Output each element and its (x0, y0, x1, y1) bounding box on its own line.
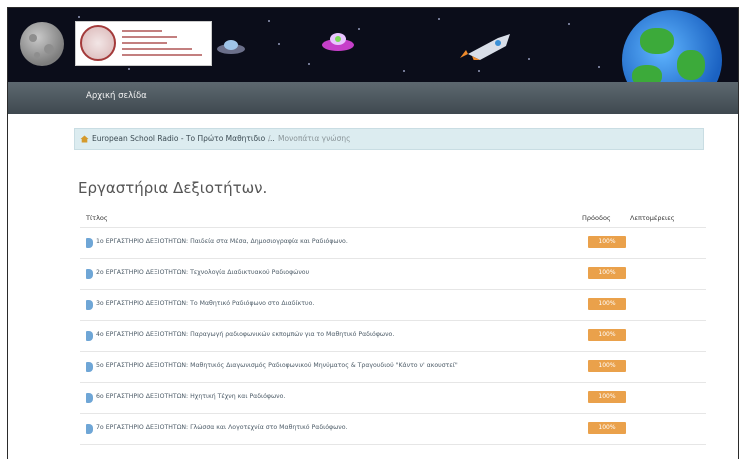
row-title-link[interactable]: 6ο ΕΡΓΑΣΤΗΡΙΟ ΔΕΞΙΟΤΗΤΩΝ: Ηχητική Τέχνη … (96, 393, 285, 400)
site-logo[interactable] (75, 21, 212, 66)
progress-badge: 100% (588, 422, 626, 434)
bookmark-icon (86, 424, 93, 434)
breadcrumb-item-current: Μονοπάτια γνώσης (278, 134, 351, 143)
bookmark-icon (86, 269, 93, 279)
ufo-icon (217, 40, 245, 54)
progress-badge: 100% (588, 298, 626, 310)
table-row[interactable]: 7ο ΕΡΓΑΣΤΗΡΙΟ ΔΕΞΙΟΤΗΤΩΝ: Γλώσσα και Λογ… (80, 413, 706, 444)
header-banner (8, 8, 738, 82)
row-title-link[interactable]: 3ο ΕΡΓΑΣΤΗΡΙΟ ΔΕΞΙΟΤΗΤΩΝ: Το Μαθητικό Ρα… (96, 300, 314, 307)
home-icon (80, 135, 89, 142)
table-row[interactable]: 1ο ΕΡΓΑΣΤΗΡΙΟ ΔΕΞΙΟΤΗΤΩΝ: Παιδεία στα Μέ… (80, 227, 706, 258)
progress-badge: 100% (588, 236, 626, 248)
rocket-icon (460, 34, 510, 60)
row-title-link[interactable]: 4ο ΕΡΓΑΣΤΗΡΙΟ ΔΕΞΙΟΤΗΤΩΝ: Παραγωγή ραδιο… (96, 331, 394, 338)
alien-ufo-icon (322, 33, 354, 51)
row-title-link[interactable]: 2ο ΕΡΓΑΣΤΗΡΙΟ ΔΕΞΙΟΤΗΤΩΝ: Τεχνολογία Δια… (96, 269, 309, 276)
table-row[interactable]: 2ο ΕΡΓΑΣΤΗΡΙΟ ΔΕΞΙΟΤΗΤΩΝ: Τεχνολογία Δια… (80, 258, 706, 289)
bookmark-icon (86, 300, 93, 310)
breadcrumb: European School Radio - Το Πρώτο Μαθητιδ… (74, 128, 704, 150)
nav-home-link[interactable]: Αρχική σελίδα (86, 91, 147, 101)
progress-badge: 100% (588, 329, 626, 341)
table-row-divider (80, 444, 706, 445)
table-row[interactable]: 4ο ΕΡΓΑΣΤΗΡΙΟ ΔΕΞΙΟΤΗΤΩΝ: Παραγωγή ραδιο… (80, 320, 706, 351)
row-title-link[interactable]: 1ο ΕΡΓΑΣΤΗΡΙΟ ΔΕΞΙΟΤΗΤΩΝ: Παιδεία στα Μέ… (96, 238, 348, 245)
earth-icon (622, 10, 722, 82)
breadcrumb-separator: / (268, 134, 271, 143)
breadcrumb-item-course: European School Radio - Το Πρώτο Μαθητιδ… (92, 134, 275, 143)
progress-badge: 100% (588, 267, 626, 279)
page-frame: Αρχική σελίδα European School Radio - Το… (7, 7, 739, 459)
column-header-title: Τίτλος (86, 214, 108, 222)
column-header-progress: Πρόοδος (582, 214, 611, 222)
bookmark-icon (86, 331, 93, 341)
university-seal-icon (80, 25, 116, 61)
table-row[interactable]: 5ο ΕΡΓΑΣΤΗΡΙΟ ΔΕΞΙΟΤΗΤΩΝ: Μαθητικός Διαγ… (80, 351, 706, 382)
moon-icon (20, 22, 64, 66)
bookmark-icon (86, 238, 93, 248)
page-title: Εργαστήρια Δεξιοτήτων. (78, 179, 268, 197)
row-title-link[interactable]: 7ο ΕΡΓΑΣΤΗΡΙΟ ΔΕΞΙΟΤΗΤΩΝ: Γλώσσα και Λογ… (96, 424, 347, 431)
progress-badge: 100% (588, 360, 626, 372)
bookmark-icon (86, 362, 93, 372)
main-navbar: Αρχική σελίδα (8, 82, 738, 114)
table-row[interactable]: 3ο ΕΡΓΑΣΤΗΡΙΟ ΔΕΞΙΟΤΗΤΩΝ: Το Μαθητικό Ρα… (80, 289, 706, 320)
progress-badge: 100% (588, 391, 626, 403)
bookmark-icon (86, 393, 93, 403)
column-header-details: Λεπτομέρειες (630, 214, 675, 222)
breadcrumb-home-link[interactable]: European School Radio - Το Πρώτο Μαθητιδ… (80, 134, 275, 143)
row-title-link[interactable]: 5ο ΕΡΓΑΣΤΗΡΙΟ ΔΕΞΙΟΤΗΤΩΝ: Μαθητικός Διαγ… (96, 362, 458, 369)
table-row[interactable]: 6ο ΕΡΓΑΣΤΗΡΙΟ ΔΕΞΙΟΤΗΤΩΝ: Ηχητική Τέχνη … (80, 382, 706, 413)
